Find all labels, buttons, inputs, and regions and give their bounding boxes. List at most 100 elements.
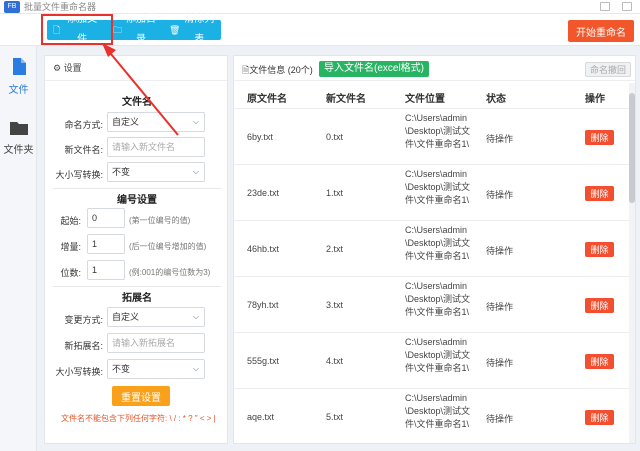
window-controls [600, 2, 632, 11]
app-logo-icon: FB [4, 1, 20, 13]
reset-settings-button[interactable]: 重置设置 [112, 386, 170, 406]
naming-mode-value: 自定义 [112, 117, 140, 127]
nav-item-file[interactable]: 文件 [0, 58, 37, 96]
ext-case-value: 不变 [112, 364, 131, 374]
new-name-cell: 5.txt [326, 412, 344, 422]
add-file-button[interactable]: 🗋 添加文件 [47, 14, 107, 45]
location-cell: C:\Users\admin\Desktop\测试文件\文件重命名1\ [405, 393, 471, 429]
divider [53, 286, 221, 287]
minimize-icon[interactable] [600, 2, 610, 11]
table-row[interactable]: aqe.txt 5.txt C:\Users\admin\Desktop\测试文件\… [234, 389, 629, 443]
digits-input[interactable]: 1 [87, 260, 125, 280]
col-location: 文件位置 [405, 94, 445, 105]
location-cell: C:\Users\admin\Desktop\测试文件\文件重命名1\ [405, 169, 471, 205]
clear-list-label: 清除列表 [184, 14, 215, 45]
start-input[interactable]: 0 [87, 208, 125, 228]
number-section-title: 编号设置 [117, 195, 157, 206]
filename-section-title: 文件名 [122, 97, 152, 108]
chevron-down-icon: ⌵ [192, 312, 199, 321]
delete-button[interactable]: 删除 [585, 130, 614, 145]
delete-button[interactable]: 删除 [585, 298, 614, 313]
file-info-label: 🗎文件信息 (20个) [242, 63, 313, 79]
table-row[interactable]: 23de.txt 1.txt C:\Users\admin\Desktop\测试文件… [234, 165, 629, 221]
divider [53, 188, 221, 189]
table-row[interactable]: 6by.txt 0.txt C:\Users\admin\Desktop\测试文件\… [234, 109, 629, 165]
case-select[interactable]: 不变 ⌵ [107, 162, 205, 182]
new-ext-label: 新拓展名: [64, 341, 103, 351]
undo-rename-button[interactable]: 命名撤回 [585, 62, 631, 77]
table-body: 6by.txt 0.txt C:\Users\admin\Desktop\测试文件\… [234, 109, 629, 443]
location-cell: C:\Users\admin\Desktop\测试文件\文件重命名1\ [405, 281, 471, 317]
ext-case-select[interactable]: 不变 ⌵ [107, 359, 205, 379]
settings-header: ⚙ 设置 [45, 56, 227, 81]
maximize-icon[interactable] [622, 2, 632, 11]
new-name-cell: 2.txt [326, 244, 344, 254]
step-hint: (后一位编号增加的值) [129, 242, 207, 251]
chevron-down-icon: ⌵ [192, 117, 199, 126]
vertical-scrollbar[interactable] [629, 83, 635, 443]
case-value: 不变 [112, 167, 131, 177]
nav-item-folder[interactable]: 文件夹 [0, 120, 37, 156]
nav-file-label: 文件 [8, 85, 29, 96]
delete-button[interactable]: 删除 [585, 354, 614, 369]
digits-label: 位数: [60, 268, 81, 278]
new-name-cell: 4.txt [326, 356, 344, 366]
folder-add-icon: 🗀 [113, 25, 123, 35]
file-info-text: 文件信息 [249, 65, 286, 75]
toolbar: 🗋 添加文件 🗀 添加目录 🗑 清除列表 [0, 14, 640, 46]
ext-mode-label: 变更方式: [64, 315, 103, 325]
original-name-cell: 46hb.txt [247, 244, 280, 254]
table-row[interactable]: 46hb.txt 2.txt C:\Users\admin\Desktop\测试文件… [234, 221, 629, 277]
col-new-name: 新文件名 [326, 94, 366, 105]
gear-icon: ⚙ [53, 63, 62, 73]
new-name-label: 新文件名: [64, 145, 103, 155]
clear-list-button[interactable]: 🗑 清除列表 [163, 14, 221, 45]
original-name-cell: 23de.txt [247, 188, 280, 198]
file-icon [12, 58, 26, 75]
settings-title: 设置 [63, 63, 82, 73]
invalid-chars-warning: 文件名不能包含下列任何字符: \ / : * ? " < > | [61, 414, 216, 423]
start-hint: (第一位编号的值) [129, 216, 191, 225]
scroll-thumb[interactable] [629, 93, 635, 203]
new-name-cell: 0.txt [326, 132, 344, 142]
delete-button[interactable]: 删除 [585, 186, 614, 201]
naming-mode-select[interactable]: 自定义 ⌵ [107, 112, 205, 132]
start-rename-button[interactable]: 开始重命名 [568, 20, 634, 42]
table-row[interactable]: 78yh.txt 3.txt C:\Users\admin\Desktop\测试文件… [234, 277, 629, 333]
original-name-cell: 555g.txt [247, 356, 280, 366]
ext-section-title: 拓展名 [122, 293, 152, 304]
new-name-cell: 3.txt [326, 300, 344, 310]
col-status: 状态 [486, 94, 506, 105]
ext-mode-value: 自定义 [112, 312, 140, 322]
delete-button[interactable]: 删除 [585, 242, 614, 257]
folder-icon [9, 122, 28, 135]
file-list-panel: 🗎文件信息 (20个) 导入文件名(excel格式) 命名撤回 原文件名 新文件… [233, 55, 636, 444]
case-label: 大小写转换: [55, 170, 103, 180]
import-excel-button[interactable]: 导入文件名(excel格式) [319, 61, 430, 77]
chevron-down-icon: ⌵ [192, 364, 199, 373]
col-action: 操作 [585, 94, 605, 105]
step-input[interactable]: 1 [87, 234, 125, 254]
ext-case-label: 大小写转换: [55, 367, 103, 377]
ext-mode-select[interactable]: 自定义 ⌵ [107, 307, 205, 327]
left-nav: 文件 文件夹 [0, 46, 37, 451]
trash-icon: 🗑 [169, 25, 181, 35]
new-ext-input[interactable]: 请输入新拓展名 [107, 333, 205, 353]
new-name-input[interactable]: 请输入新文件名 [107, 137, 205, 157]
start-label: 起始: [60, 216, 81, 226]
add-directory-label: 添加目录 [126, 14, 156, 45]
chevron-down-icon: ⌵ [192, 167, 199, 176]
status-cell: 待操作 [486, 414, 514, 424]
original-name-cell: 78yh.txt [247, 300, 279, 310]
original-name-cell: aqe.txt [247, 412, 275, 422]
table-header: 原文件名 新文件名 文件位置 状态 操作 [234, 83, 629, 109]
table-row[interactable]: 555g.txt 4.txt C:\Users\admin\Desktop\测试文件… [234, 333, 629, 389]
nav-folder-label: 文件夹 [3, 145, 34, 156]
status-cell: 待操作 [486, 246, 514, 256]
file-count: (20个) [287, 65, 313, 75]
new-name-cell: 1.txt [326, 188, 344, 198]
digits-hint: (例:001的编号位数为3) [129, 268, 211, 277]
delete-button[interactable]: 删除 [585, 410, 614, 425]
add-directory-button[interactable]: 🗀 添加目录 [107, 14, 163, 45]
naming-mode-label: 命名方式: [64, 120, 103, 130]
